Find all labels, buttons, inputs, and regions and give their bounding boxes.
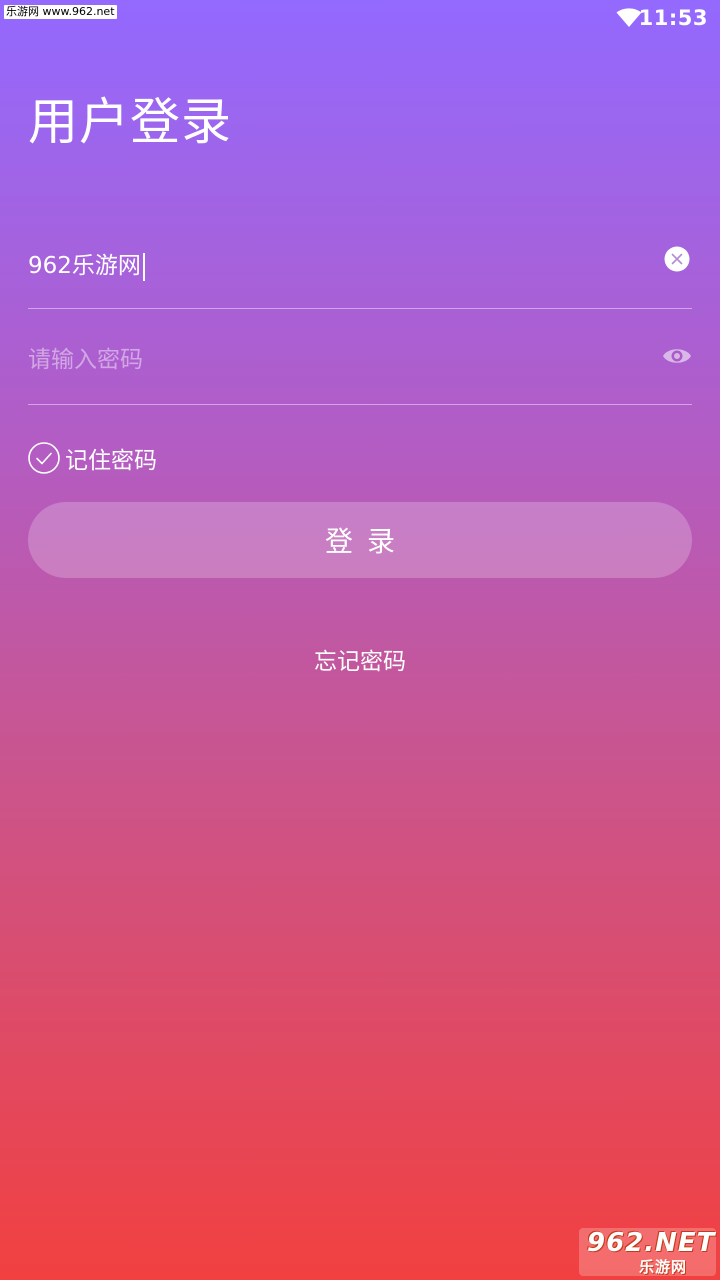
remember-password[interactable]: 记住密码	[28, 440, 157, 476]
password-input[interactable]: 请输入密码	[28, 340, 143, 374]
username-input[interactable]: 962乐游网	[28, 246, 145, 281]
watermark-text: 乐游网 www.962.net	[4, 5, 117, 19]
password-field[interactable]: 请输入密码	[28, 308, 692, 405]
status-bar: 乐游网 www.962.net 11:53	[0, 0, 720, 40]
status-time: 11:53	[638, 6, 708, 30]
watermark-brand: 962.NET	[587, 1228, 716, 1258]
username-field[interactable]: 962乐游网	[28, 212, 692, 309]
checkbox-checked-icon[interactable]	[28, 442, 60, 474]
text-caret	[142, 252, 145, 281]
username-value: 962乐游网	[28, 253, 141, 279]
watermark-logo: 962.NET 乐游网	[579, 1228, 716, 1276]
forgot-password-link[interactable]: 忘记密码	[0, 642, 720, 676]
page-title: 用户登录	[28, 93, 232, 151]
login-button[interactable]: 登录	[28, 502, 692, 578]
eye-icon[interactable]	[662, 345, 692, 367]
remember-label: 记住密码	[65, 448, 157, 474]
clear-icon[interactable]	[664, 246, 690, 272]
watermark-name: 乐游网	[639, 1258, 688, 1276]
